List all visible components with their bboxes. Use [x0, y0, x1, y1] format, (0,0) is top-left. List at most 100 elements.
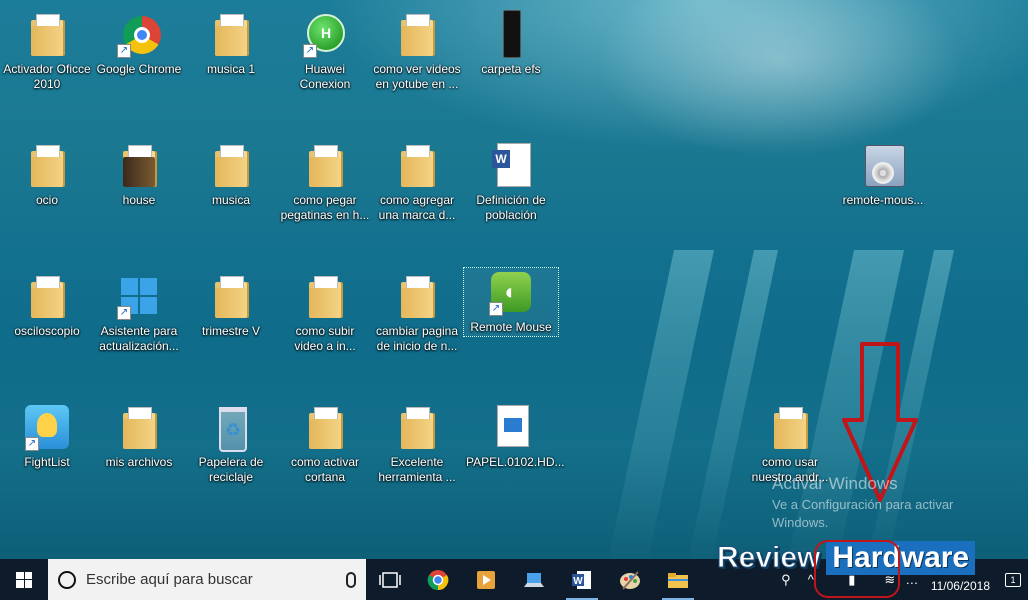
icon-label: como agregar una marca d... — [378, 193, 456, 222]
desktop-icon[interactable]: ocio — [0, 141, 94, 208]
desktop-icon[interactable]: cambiar pagina de inicio de n... — [370, 272, 464, 354]
chrome-icon: ↗ — [115, 10, 163, 58]
folder-icon — [393, 10, 441, 58]
folder-icon — [207, 141, 255, 189]
chrome-icon — [427, 569, 449, 590]
cortana-icon — [58, 570, 76, 589]
folder-icon — [301, 272, 349, 320]
logo-word-review: Review — [716, 541, 821, 575]
desktop-icon[interactable]: Activador Oficce 2010 — [0, 10, 94, 92]
icon-label: musica — [211, 193, 250, 207]
desktop-icon[interactable]: osciloscopio — [0, 272, 94, 339]
microphone-icon[interactable] — [346, 571, 356, 588]
desktop-icon[interactable]: carpeta efs — [464, 10, 558, 77]
icon-label: como subir video a in... — [294, 324, 356, 353]
taskbar-file-explorer[interactable] — [654, 559, 702, 600]
folder-icon — [207, 272, 255, 320]
icon-label: carpeta efs — [481, 62, 541, 76]
desktop-icon[interactable]: como pegar pegatinas en h... — [278, 141, 372, 223]
date-label: 11/06/2018 — [930, 579, 990, 593]
desktop-icon[interactable]: ↗ Google Chrome — [92, 10, 186, 77]
desktop-icon[interactable]: como usar nuestro andr... — [743, 403, 837, 485]
windows-update-icon: ↗ — [115, 272, 163, 320]
icon-label: Google Chrome — [96, 62, 182, 76]
installer-icon — [859, 141, 907, 189]
start-button[interactable] — [0, 559, 48, 600]
folder-icon — [393, 403, 441, 451]
word-document-icon — [487, 141, 535, 189]
desktop-icon[interactable]: ↗ FightList — [0, 403, 94, 470]
desktop-icon-selected[interactable]: ◐ ↗ Remote Mouse — [463, 267, 559, 337]
icon-label: osciloscopio — [14, 324, 80, 338]
recycle-bin-icon: ♻ — [207, 403, 255, 452]
desktop-icon[interactable]: house — [92, 141, 186, 208]
icon-label: Definición de población — [476, 193, 546, 222]
taskbar-chrome[interactable] — [414, 559, 462, 600]
folder-icon — [301, 403, 349, 451]
windows-logo-icon — [16, 571, 32, 588]
icon-label: Huawei Conexion — [299, 62, 351, 91]
desktop-icon[interactable]: PAPEL.0102.HD... — [464, 403, 565, 470]
taskbar-media-player[interactable] — [462, 559, 510, 600]
remote-mouse-icon: ◐ ↗ — [487, 268, 535, 316]
taskbar-laptop[interactable] — [510, 559, 558, 600]
folder-icon — [207, 10, 255, 58]
paint-icon — [620, 570, 640, 590]
desktop-icon[interactable]: como subir video a in... — [278, 272, 372, 354]
icon-label: house — [122, 193, 156, 207]
watermark-title: Activar Windows — [772, 474, 898, 493]
activate-windows-watermark: Activar Windows Ve a Configuración para … — [772, 474, 1002, 532]
media-player-icon — [477, 570, 495, 589]
desktop-icon[interactable]: como ver videos en yotube en ... — [370, 10, 464, 92]
phone-icon — [487, 10, 535, 58]
folder-icon — [393, 272, 441, 320]
huawei-icon: H ↗ — [301, 10, 349, 58]
icon-label: Asistente para actualización... — [99, 324, 179, 353]
folder-icon — [23, 141, 71, 189]
task-view-button[interactable] — [366, 559, 414, 600]
desktop-icon[interactable]: Excelente herramienta ... — [370, 403, 464, 485]
desktop-icon[interactable]: musica — [184, 141, 278, 208]
desktop-icon[interactable]: trimestre V — [184, 272, 278, 339]
icon-label: Activador Oficce 2010 — [3, 62, 91, 91]
search-placeholder: Escribe aquí para buscar — [86, 571, 253, 588]
laptop-icon — [524, 572, 544, 587]
icon-label: como ver videos en yotube en ... — [373, 62, 461, 91]
icon-label: Papelera de reciclaje — [198, 455, 264, 484]
folder-icon — [23, 272, 71, 320]
lightbulb-icon: ↗ — [23, 403, 71, 451]
desktop[interactable]: Activador Oficce 2010 ↗ Google Chrome mu… — [0, 0, 1028, 559]
notification-center-button[interactable]: 1 — [998, 565, 1028, 595]
folder-icon — [115, 141, 163, 189]
file-explorer-icon — [668, 572, 688, 588]
folder-icon — [766, 403, 814, 451]
folder-icon — [23, 10, 71, 58]
icon-label: Remote Mouse — [470, 320, 552, 334]
search-box[interactable]: Escribe aquí para buscar — [48, 559, 366, 600]
icon-label: remote-mous... — [842, 193, 924, 207]
svg-text:W: W — [573, 576, 583, 587]
taskbar-paint[interactable] — [606, 559, 654, 600]
desktop-icon[interactable]: ↗ Asistente para actualización... — [92, 272, 186, 354]
icon-label: PAPEL.0102.HD... — [466, 455, 565, 469]
icon-label: mis archivos — [105, 455, 173, 469]
folder-icon — [393, 141, 441, 189]
desktop-icon[interactable]: H ↗ Huawei Conexion — [278, 10, 372, 92]
folder-icon — [115, 403, 163, 451]
icon-label: como pegar pegatinas en h... — [280, 193, 370, 222]
desktop-icon[interactable]: Definición de población — [464, 141, 558, 223]
desktop-icon[interactable]: como agregar una marca d... — [370, 141, 464, 223]
icon-label: Excelente herramienta ... — [378, 455, 456, 484]
watermark-subtitle: Ve a Configuración para activar Windows. — [772, 497, 954, 530]
desktop-icon[interactable]: ♻ Papelera de reciclaje — [184, 403, 278, 485]
icon-label: FightList — [24, 455, 70, 469]
desktop-icon[interactable]: musica 1 — [184, 10, 278, 77]
taskbar-word[interactable]: W — [558, 559, 606, 600]
icon-label: trimestre V — [201, 324, 260, 338]
desktop-icon[interactable]: remote-mous... — [836, 141, 930, 208]
desktop-icon[interactable]: como activar cortana — [278, 403, 372, 485]
video-file-icon — [487, 403, 535, 451]
icon-label: como activar cortana — [290, 455, 360, 484]
desktop-icon[interactable]: mis archivos — [92, 403, 186, 470]
highlight-circle — [814, 540, 900, 598]
